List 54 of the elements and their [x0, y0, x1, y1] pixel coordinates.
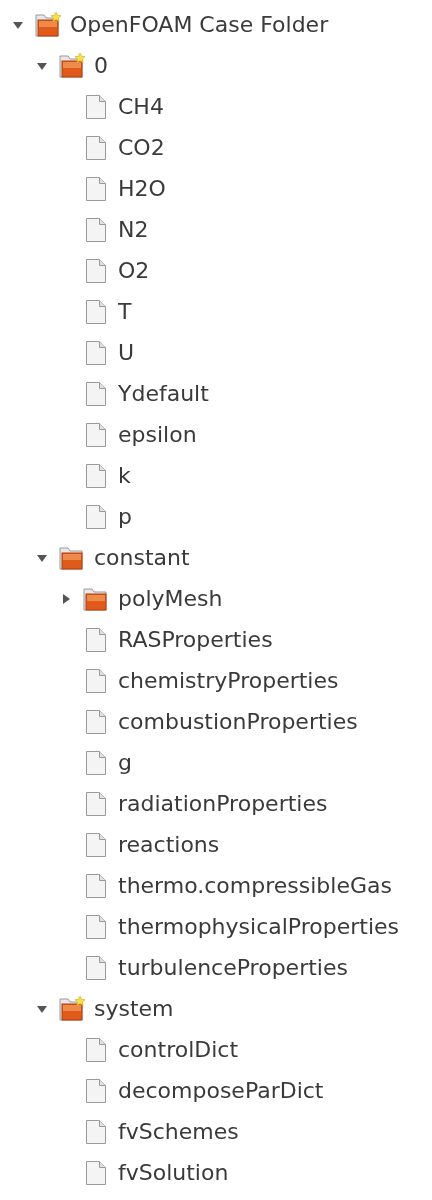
file-name[interactable]: H2O — [118, 177, 166, 200]
file-name[interactable]: CH4 — [118, 95, 164, 118]
file-icon — [85, 1036, 107, 1063]
file-icon — [85, 831, 107, 858]
folder-name[interactable]: 0 — [94, 54, 108, 77]
file-name[interactable]: N2 — [118, 218, 149, 241]
file-name[interactable]: thermophysicalProperties — [118, 915, 400, 938]
file-name[interactable]: fvSolution — [118, 1161, 229, 1184]
file-icon — [85, 216, 107, 243]
file-name[interactable]: RASProperties — [118, 628, 273, 651]
folder-name[interactable]: constant — [94, 546, 190, 569]
file-name[interactable]: fvSchemes — [118, 1120, 239, 1143]
file-icon — [85, 421, 107, 448]
file-icon — [85, 1159, 107, 1186]
file-icon — [85, 749, 107, 776]
file-name[interactable]: U — [118, 341, 135, 364]
file-icon — [85, 790, 107, 817]
folder-name[interactable]: OpenFOAM Case Folder — [70, 13, 329, 36]
file-name[interactable]: combustionProperties — [118, 710, 358, 733]
file-icon — [85, 708, 107, 735]
folder-name[interactable]: system — [94, 997, 174, 1020]
file-icon — [85, 667, 107, 694]
file-name[interactable]: T — [118, 300, 132, 323]
expand-arrow-icon[interactable] — [60, 592, 72, 605]
file-icon — [85, 93, 107, 120]
file-name[interactable]: epsilon — [118, 423, 197, 446]
file-icon — [85, 1118, 107, 1145]
file-name[interactable]: decomposeParDict — [118, 1079, 324, 1102]
file-name[interactable]: O2 — [118, 259, 150, 282]
file-icon — [85, 339, 107, 366]
file-name[interactable]: CO2 — [118, 136, 165, 159]
file-name[interactable]: controlDict — [118, 1038, 239, 1061]
file-icon — [85, 175, 107, 202]
file-icon — [85, 298, 107, 325]
file-icon — [85, 257, 107, 284]
file-name[interactable]: g — [118, 751, 132, 774]
file-name[interactable]: chemistryProperties — [118, 669, 339, 692]
file-name[interactable]: p — [118, 505, 132, 528]
file-icon — [85, 1077, 107, 1104]
file-name[interactable]: Ydefault — [118, 382, 209, 405]
file-icon — [85, 134, 107, 161]
file-icon — [85, 626, 107, 653]
file-icon — [85, 913, 107, 940]
file-name[interactable]: radiationProperties — [118, 792, 328, 815]
folder-name[interactable]: polyMesh — [118, 587, 223, 610]
file-icon — [85, 462, 107, 489]
file-icon — [85, 503, 107, 530]
file-name[interactable]: reactions — [118, 833, 220, 856]
file-name[interactable]: turbulenceProperties — [118, 956, 348, 979]
file-icon — [85, 380, 107, 407]
file-icon — [85, 872, 107, 899]
file-icon — [85, 954, 107, 981]
file-name[interactable]: k — [118, 464, 131, 487]
file-name[interactable]: thermo.compressibleGas — [118, 874, 392, 897]
